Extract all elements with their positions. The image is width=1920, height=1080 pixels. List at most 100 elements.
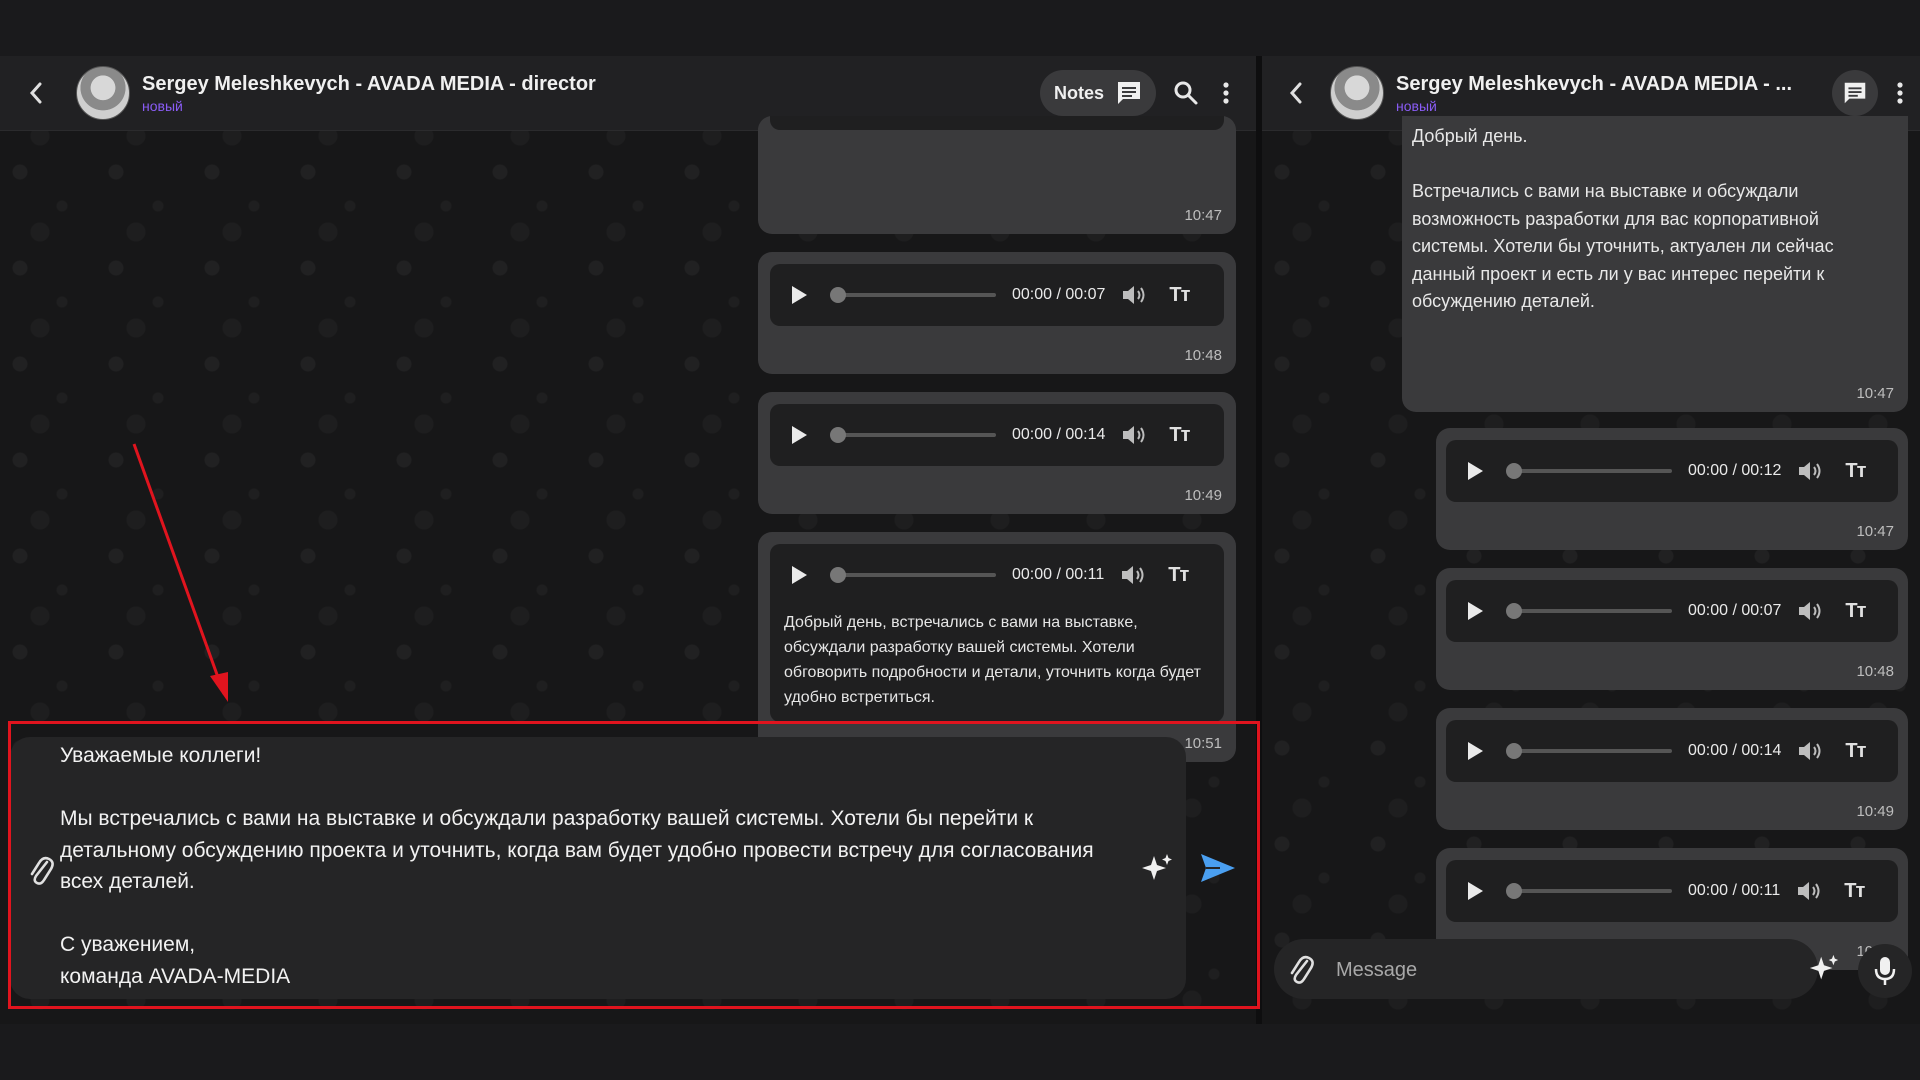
audio-progress-slider[interactable] xyxy=(830,427,996,443)
slider-thumb[interactable] xyxy=(830,287,846,303)
volume-button[interactable] xyxy=(1118,560,1148,590)
back-button[interactable] xyxy=(1282,79,1310,107)
ai-assist-button[interactable] xyxy=(1808,953,1840,985)
audio-duration: 00:00 / 00:14 xyxy=(1688,742,1782,759)
back-button[interactable] xyxy=(22,79,50,107)
chat-title-block[interactable]: Sergey Meleshkevych - AVADA MEDIA - dire… xyxy=(142,73,596,114)
volume-icon xyxy=(1799,602,1821,620)
sparkle-icon xyxy=(1809,954,1839,980)
notes-button[interactable] xyxy=(1832,70,1878,116)
avatar[interactable] xyxy=(1330,66,1384,120)
slider-thumb[interactable] xyxy=(1506,603,1522,619)
notes-label: Notes xyxy=(1053,82,1104,103)
attach-button[interactable] xyxy=(1288,951,1322,987)
slider-thumb[interactable] xyxy=(1506,743,1522,759)
more-icon xyxy=(1223,82,1229,104)
volume-icon xyxy=(1799,742,1821,760)
message-time: 10:48 xyxy=(1184,347,1222,364)
play-button[interactable] xyxy=(786,422,812,448)
slider-thumb[interactable] xyxy=(1506,463,1522,479)
audio-progress-slider[interactable] xyxy=(1506,883,1672,899)
audio-progress-slider[interactable] xyxy=(830,567,996,583)
transcribe-button[interactable]: Tт xyxy=(1844,880,1865,903)
paperclip-icon xyxy=(1290,955,1314,984)
volume-button[interactable] xyxy=(1795,596,1825,626)
voice-record-button[interactable] xyxy=(1858,944,1912,998)
play-icon xyxy=(1468,602,1483,620)
audio-player: 00:00 / 00:07 Tт xyxy=(1446,580,1898,642)
message-time: 10:47 xyxy=(1184,207,1222,224)
audio-progress-slider[interactable] xyxy=(1506,463,1672,479)
volume-icon xyxy=(1798,882,1820,900)
play-icon xyxy=(792,566,807,584)
volume-button[interactable] xyxy=(1795,736,1825,766)
voice-message: 00:00 / 00:12 Tт 10:47 xyxy=(1436,428,1908,550)
volume-button[interactable] xyxy=(1119,420,1149,450)
play-icon xyxy=(1468,742,1483,760)
transcribe-button[interactable]: Tт xyxy=(1845,740,1866,763)
volume-button[interactable] xyxy=(1119,280,1149,310)
play-button[interactable] xyxy=(786,562,812,588)
audio-player: 00:00 / 00:12 Tт xyxy=(1446,440,1898,502)
voice-message: 00:00 / 00:07 Tт 10:48 xyxy=(1436,568,1908,690)
back-icon xyxy=(29,82,42,104)
play-icon xyxy=(792,426,807,444)
notes-button[interactable]: Notes xyxy=(1039,70,1156,116)
audio-duration: 00:00 / 00:14 xyxy=(1012,426,1106,443)
transcribe-button[interactable]: Tт xyxy=(1845,460,1866,483)
transcribe-button[interactable]: Tт xyxy=(1845,600,1866,623)
volume-icon xyxy=(1123,286,1145,304)
text-message: Добрый день. Встречались с вами на выста… xyxy=(1402,116,1908,412)
message-input[interactable] xyxy=(1334,953,1778,987)
chat-pane-right: Sergey Meleshkevych - AVADA MEDIA - ... … xyxy=(1262,56,1920,1024)
play-button[interactable] xyxy=(1462,878,1488,904)
screen-bottom-bar xyxy=(0,1024,1920,1080)
audio-progress-slider[interactable] xyxy=(830,287,996,303)
slider-thumb[interactable] xyxy=(830,427,846,443)
voice-transcript: Добрый день, встречались с вами на выста… xyxy=(770,606,1224,722)
more-button[interactable] xyxy=(1206,73,1246,113)
voice-message: 00:00 / 00:14 Tт 10:49 xyxy=(1436,708,1908,830)
play-button[interactable] xyxy=(1462,738,1488,764)
message-time: 10:49 xyxy=(1184,487,1222,504)
play-button[interactable] xyxy=(1462,598,1488,624)
transcribe-button[interactable]: Tт xyxy=(1169,424,1190,447)
search-icon xyxy=(1174,81,1198,105)
play-icon xyxy=(792,286,807,304)
search-button[interactable] xyxy=(1166,73,1206,113)
avatar[interactable] xyxy=(76,66,130,120)
audio-player: 00:00 / 00:07 Tт xyxy=(770,264,1224,326)
play-icon xyxy=(1468,882,1483,900)
audio-progress-slider[interactable] xyxy=(1506,743,1672,759)
volume-icon xyxy=(1122,566,1144,584)
status-badge: новый xyxy=(142,97,183,114)
message-body: Встречались с вами на выставке и обсужда… xyxy=(1412,181,1834,311)
slider-thumb[interactable] xyxy=(830,567,846,583)
play-icon xyxy=(1468,462,1483,480)
chat-title-block[interactable]: Sergey Meleshkevych - AVADA MEDIA - ... … xyxy=(1396,73,1792,114)
play-button[interactable] xyxy=(1462,458,1488,484)
audio-player: 00:00 / 00:14 Tт xyxy=(1446,720,1898,782)
message-time: 10:47 xyxy=(1856,385,1894,402)
slider-thumb[interactable] xyxy=(1506,883,1522,899)
volume-button[interactable] xyxy=(1794,876,1824,906)
volume-button[interactable] xyxy=(1795,456,1825,486)
audio-progress-slider[interactable] xyxy=(1506,603,1672,619)
audio-player: 00:00 / 00:11 Tт xyxy=(770,544,1224,606)
voice-message: 00:00 / 00:07 Tт 10:48 xyxy=(758,252,1236,374)
notes-icon xyxy=(1844,82,1866,104)
transcribe-button[interactable]: Tт xyxy=(1168,564,1189,587)
audio-duration: 00:00 / 00:12 xyxy=(1688,462,1782,479)
more-button[interactable] xyxy=(1890,73,1910,113)
highlight-frame xyxy=(8,721,1260,1009)
message-bubble: 10:47 xyxy=(758,116,1236,234)
message-time: 10:47 xyxy=(1856,523,1894,540)
audio-duration: 00:00 / 00:11 xyxy=(1688,882,1781,899)
transcribe-button[interactable]: Tт xyxy=(1169,284,1190,307)
audio-player xyxy=(770,116,1224,130)
annotation-arrow xyxy=(132,443,228,702)
audio-duration: 00:00 / 00:11 xyxy=(1012,566,1105,583)
play-button[interactable] xyxy=(786,282,812,308)
audio-duration: 00:00 / 00:07 xyxy=(1688,602,1782,619)
message-input-bar xyxy=(1274,939,1818,999)
